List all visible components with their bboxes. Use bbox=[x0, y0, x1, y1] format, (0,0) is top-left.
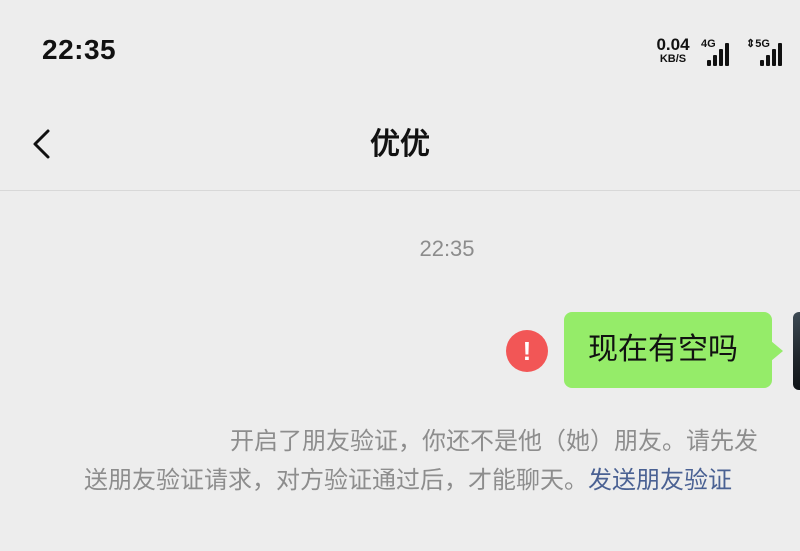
send-friend-verification-link[interactable]: 发送朋友验证 bbox=[588, 466, 732, 494]
chat-title: 优优 bbox=[370, 127, 430, 162]
network-speed-value: 0.04 bbox=[656, 35, 690, 54]
signal-bar bbox=[707, 60, 711, 66]
signal-5g-icon: ⇕5G bbox=[746, 38, 782, 66]
signal-4g-label: 4G bbox=[701, 38, 716, 50]
signal-bar bbox=[725, 43, 729, 66]
chat-header: 优优 bbox=[0, 100, 800, 191]
error-exclamation-icon[interactable]: ! bbox=[506, 330, 548, 372]
friend-verification-notice-text: 送朋友验证请求，对方验证通过后，才能聊天。 bbox=[84, 466, 588, 494]
signal-bar bbox=[766, 55, 770, 66]
error-mark: ! bbox=[522, 336, 532, 366]
back-button[interactable] bbox=[22, 122, 66, 166]
network-speed: 0.04 KB/S bbox=[650, 36, 696, 65]
signal-bar bbox=[713, 55, 717, 66]
signal-bar bbox=[760, 60, 764, 66]
network-speed-unit: KB/S bbox=[659, 53, 687, 65]
signal-4g-icon: 4G bbox=[701, 38, 737, 66]
signal-bar bbox=[719, 49, 723, 66]
chevron-left-icon bbox=[33, 129, 50, 159]
status-time: 22:35 bbox=[42, 34, 117, 65]
status-bar: 22:35 0.04 KB/S 4G ⇕5G bbox=[0, 0, 800, 100]
signal-bar bbox=[778, 43, 782, 66]
friend-verification-notice-line1: 开启了朋友验证，你还不是他（她）朋友。请先发 bbox=[230, 427, 758, 455]
message-row: ! 现在有空吗 bbox=[0, 310, 800, 390]
signal-5g-label: ⇕5G bbox=[746, 38, 770, 50]
avatar[interactable] bbox=[793, 312, 800, 390]
friend-verification-notice-line2: 送朋友验证请求，对方验证通过后，才能聊天。发送朋友验证 bbox=[84, 462, 732, 498]
signal-5g-text: 5G bbox=[755, 38, 770, 50]
message-timestamp: 22:35 bbox=[419, 236, 475, 261]
signal-bar bbox=[772, 49, 776, 66]
message-text: 现在有空吗 bbox=[588, 332, 738, 367]
message-bubble[interactable]: 现在有空吗 bbox=[564, 312, 783, 388]
